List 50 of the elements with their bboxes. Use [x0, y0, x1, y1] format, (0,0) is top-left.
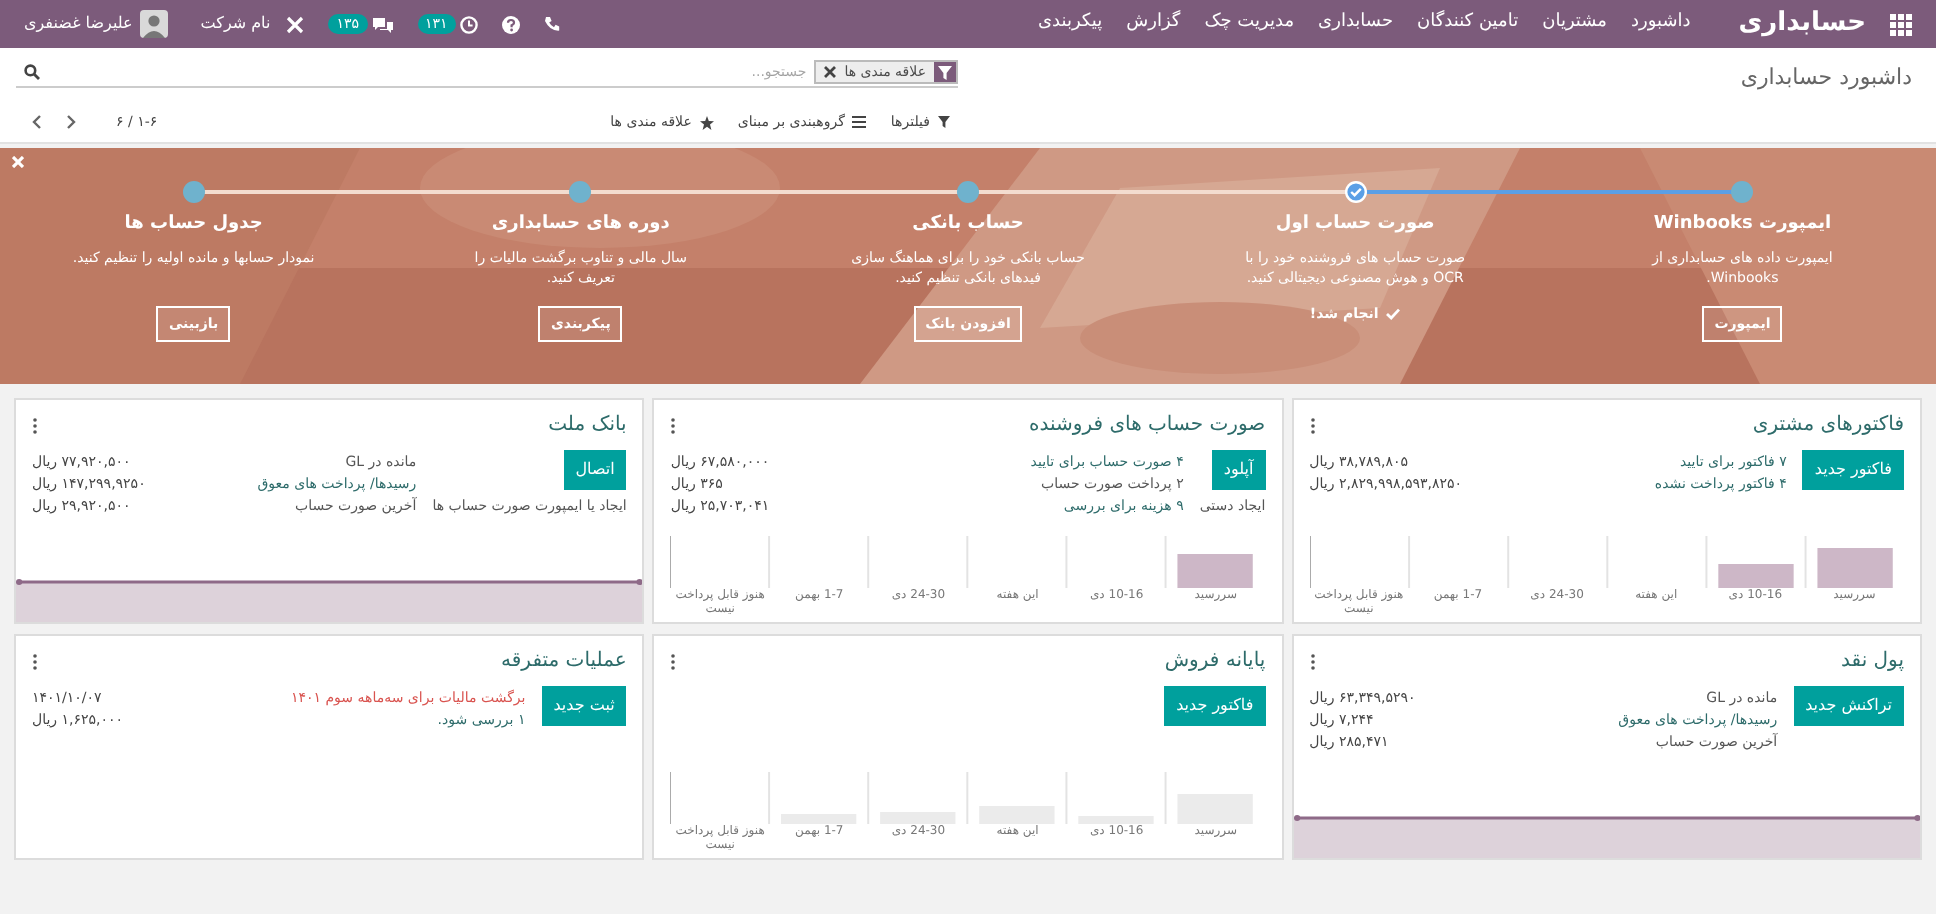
funnel-icon	[938, 65, 952, 79]
card-title[interactable]: صورت حساب های فروشنده	[1029, 410, 1266, 440]
list-icon	[852, 116, 867, 128]
kebab-menu-icon[interactable]	[1309, 653, 1316, 669]
star-icon	[699, 115, 714, 129]
menu-item[interactable]: تامین کنندگان	[1417, 10, 1519, 38]
app-title: حسابداری	[1738, 6, 1866, 43]
funnel-icon	[938, 116, 950, 128]
close-icon[interactable]	[824, 66, 837, 78]
primary-button[interactable]: ثبت جدید	[541, 686, 627, 726]
kebab-menu-icon[interactable]	[1309, 417, 1316, 433]
kebab-menu-icon[interactable]	[32, 417, 38, 433]
chevron-right-icon[interactable]	[66, 114, 76, 130]
kebab-menu-icon[interactable]	[670, 417, 677, 433]
primary-button[interactable]: اتصال	[563, 450, 627, 490]
card-title[interactable]: عملیات متفرقه	[501, 646, 627, 676]
menu-item[interactable]: حسابداری	[1318, 10, 1394, 38]
step-title: صورت حساب اول	[1275, 212, 1435, 238]
menu-item[interactable]: پیکربندی	[1037, 10, 1103, 38]
menu-item[interactable]: گزارش	[1126, 10, 1181, 38]
search-icon[interactable]	[24, 64, 40, 80]
kebab-menu-icon[interactable]	[32, 653, 38, 669]
menu-item[interactable]: داشبورد	[1630, 10, 1691, 38]
tools-icon[interactable]	[286, 15, 305, 33]
breadcrumb: داشبورد حسابداری	[1738, 62, 1914, 94]
card-title[interactable]: پول نقد	[1841, 646, 1904, 676]
apps-grid-icon[interactable]	[1890, 13, 1912, 35]
card-title[interactable]: بانک ملت	[548, 410, 627, 440]
phone-icon[interactable]	[543, 16, 560, 32]
menu-item[interactable]: مدیریت چک	[1204, 10, 1295, 38]
card-title[interactable]: پایانه فروش	[1164, 646, 1266, 676]
chevron-left-icon[interactable]	[32, 114, 42, 130]
step-title: ایمپورت Winbooks	[1653, 212, 1832, 238]
avatar-icon[interactable]	[140, 10, 169, 38]
step-title: جدول حساب ها	[124, 212, 263, 238]
primary-button[interactable]: آپلود	[1211, 450, 1266, 490]
primary-button[interactable]: تراکنش جدید	[1793, 686, 1904, 726]
clock-icon[interactable]	[459, 15, 478, 33]
primary-button[interactable]: فاکتور جدید	[1164, 686, 1266, 726]
company-name[interactable]: نام شرکت	[200, 12, 271, 36]
menu-item[interactable]: مشتریان	[1542, 10, 1607, 38]
kebab-menu-icon[interactable]	[670, 653, 677, 669]
card-title[interactable]: فاکتورهای مشتری	[1752, 410, 1904, 440]
check-icon	[1386, 307, 1401, 320]
primary-button[interactable]: فاکتور جدید	[1802, 450, 1904, 490]
step-title: دوره های حسابداری	[491, 212, 670, 238]
step-title: حساب بانکی	[912, 212, 1024, 238]
help-icon[interactable]	[501, 15, 520, 33]
chat-bubbles-icon[interactable]	[371, 15, 394, 33]
user-name[interactable]: علیرضا غضنفری	[24, 12, 133, 36]
